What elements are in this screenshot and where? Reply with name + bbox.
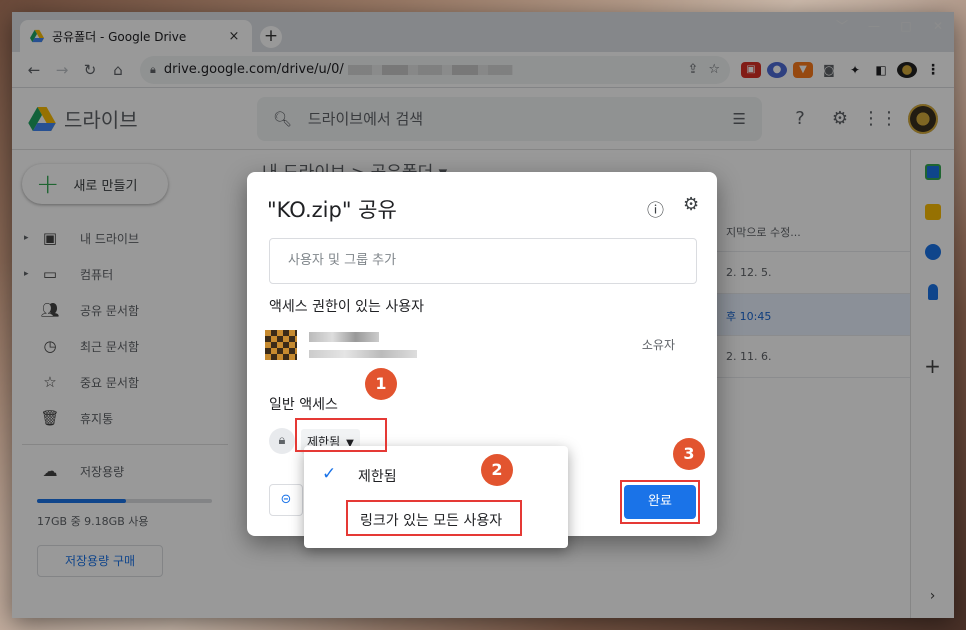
avatar (265, 330, 297, 360)
lock-icon: 🔒︎ (269, 428, 295, 454)
copy-link-button[interactable]: ⊝ (269, 484, 303, 516)
annotation-badge-1: 1 (365, 368, 397, 400)
menu-item-label: 제한됨 (358, 469, 397, 485)
general-access-heading: 일반 액세스 (269, 397, 338, 413)
people-with-access-heading: 액세스 권한이 있는 사용자 (269, 299, 425, 315)
owner-label: 소유자 (641, 338, 675, 352)
annotation-box-3 (620, 480, 700, 524)
annotation-box-2 (346, 500, 522, 536)
owner-email-blurred (309, 350, 417, 358)
annotation-badge-2: 2 (481, 454, 513, 486)
help-icon[interactable]: ⓘ (647, 196, 664, 221)
check-icon: ✓ (322, 464, 337, 484)
dialog-title: "KO.zip" 공유 (267, 198, 397, 222)
annotation-badge-3: 3 (673, 438, 705, 470)
menu-item-restricted[interactable]: ✓ 제한됨 (304, 456, 568, 492)
add-people-input[interactable]: 사용자 및 그룹 추가 (269, 238, 697, 284)
annotation-box-1 (295, 418, 387, 452)
owner-name-blurred (309, 332, 379, 342)
owner-row: 소유자 (265, 324, 695, 364)
settings-icon[interactable]: ⚙ (683, 194, 699, 215)
